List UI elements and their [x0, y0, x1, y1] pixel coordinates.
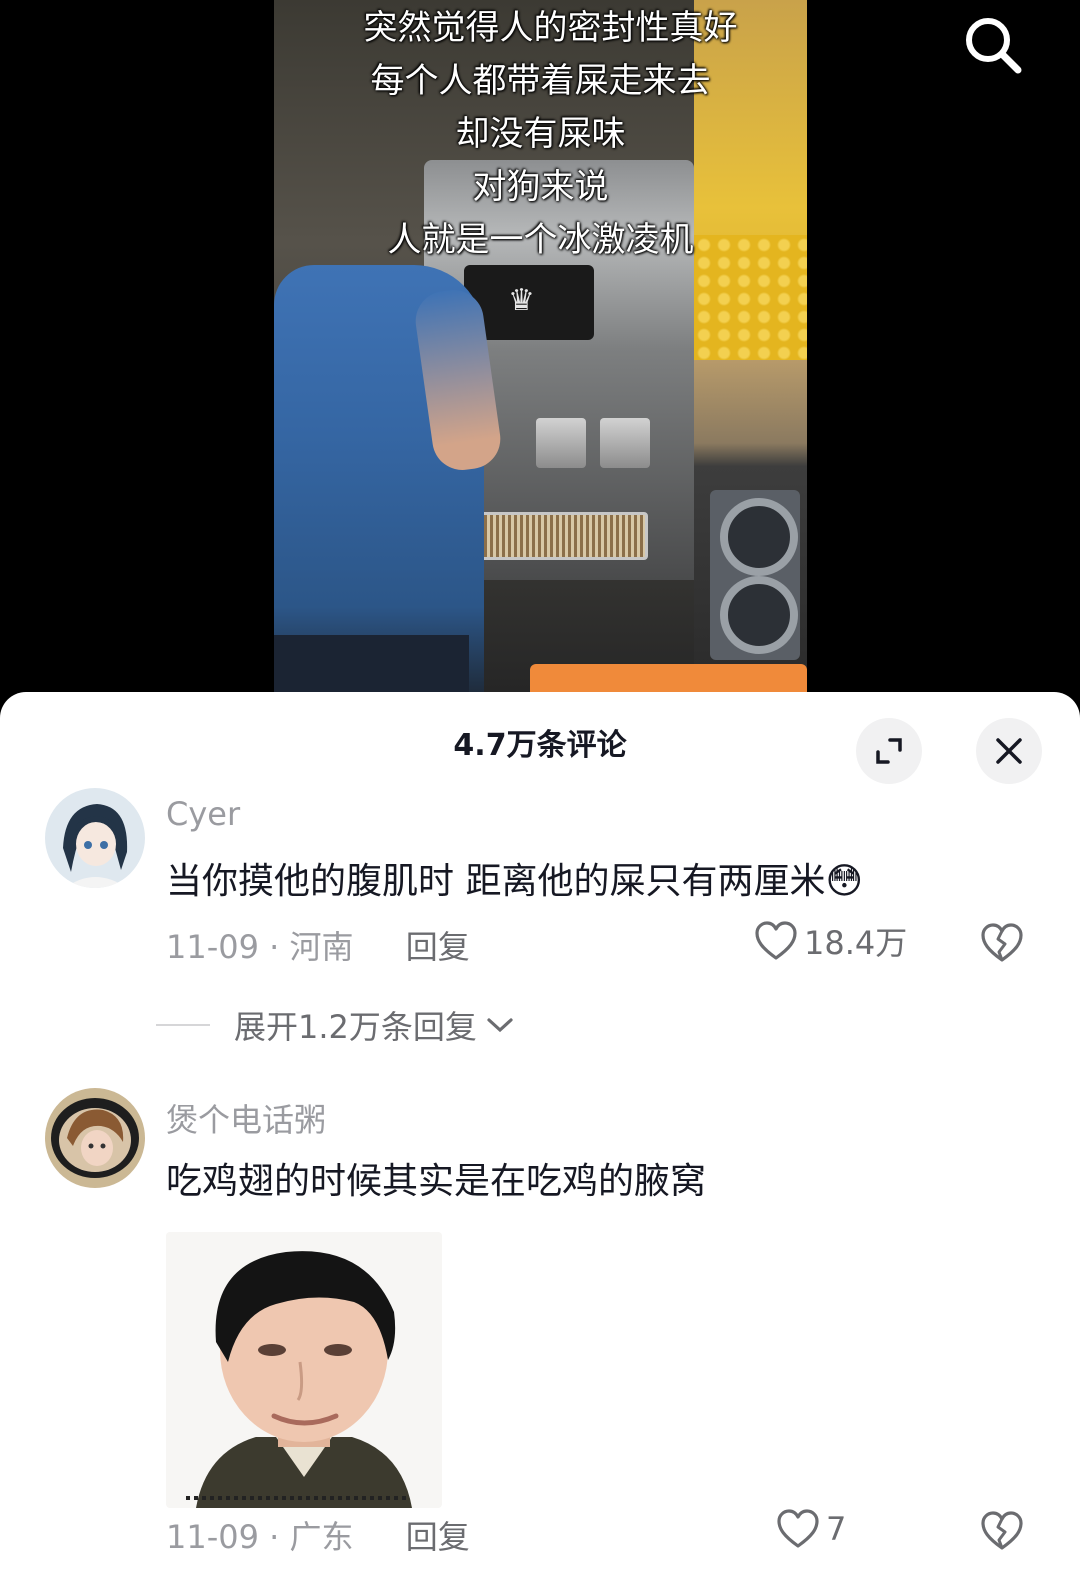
comment-date: 11-09: [166, 1518, 259, 1556]
dislike-button[interactable]: [980, 922, 1024, 968]
comment-meta: 11-09 · 广东 回复: [166, 1512, 470, 1558]
avatar[interactable]: [45, 788, 145, 888]
comment-location: 河南: [289, 928, 354, 966]
comment-meta: 11-09 · 河南 回复: [166, 922, 470, 968]
expand-icon: [876, 738, 902, 764]
divider: [156, 1024, 210, 1026]
reply-button[interactable]: 回复: [406, 928, 470, 966]
comment-text: 当你摸他的腹肌时 距离他的屎只有两厘米😳: [166, 852, 863, 904]
heart-icon: [777, 1509, 819, 1548]
caption-line: 突然觉得人的密封性真好: [363, 8, 738, 48]
like-button[interactable]: 7: [776, 1508, 846, 1550]
expand-replies-label: 展开1.2万条回复: [234, 1008, 477, 1046]
video-topping-bin: [600, 418, 650, 468]
comment-username[interactable]: 煲个电话粥: [166, 1095, 326, 1141]
comment-image[interactable]: [166, 1232, 442, 1508]
caption-line: 每个人都带着屎走来去: [370, 61, 711, 101]
chevron-down-icon: [487, 1018, 513, 1033]
app-screen: 突然觉得人的密封性真好 每个人都带着屎走来去 却没有屎味 对狗来说 人就是一个冰…: [0, 0, 1080, 1585]
like-count: 18.4万: [804, 924, 908, 962]
meta-separator: ·: [258, 928, 290, 966]
video-cup-dispenser: [710, 490, 800, 660]
reply-button[interactable]: 回复: [406, 1518, 470, 1556]
broken-heart-icon: [981, 923, 1023, 962]
like-count: 7: [826, 1510, 847, 1548]
broken-heart-icon: [981, 1511, 1023, 1550]
comment-date: 11-09: [166, 928, 259, 966]
comment-location: 广东: [289, 1518, 354, 1556]
comment-body: 当你摸他的腹肌时 距离他的屎只有两厘米: [166, 861, 826, 902]
expand-replies-button[interactable]: 展开1.2万条回复: [156, 1002, 515, 1048]
video-worker-pants: [274, 635, 469, 692]
close-icon: [996, 738, 1022, 764]
caption-line: 人就是一个冰激凌机: [387, 220, 694, 260]
video-topping-bin: [536, 418, 586, 468]
avatar[interactable]: [45, 1088, 145, 1188]
like-button[interactable]: 18.4万: [754, 918, 907, 964]
portrait-photo: [166, 1232, 442, 1508]
search-icon: [966, 18, 1022, 74]
search-button[interactable]: [960, 12, 1026, 78]
comment-text: 吃鸡翅的时候其实是在吃鸡的腋窝: [166, 1161, 707, 1202]
flushed-face-emoji: 😳: [825, 861, 863, 902]
comments-sheet: 4.7万条评论 Cyer 当你摸他的腹肌时 距离他的屎只有两厘米😳 11-09 …: [0, 692, 1080, 1585]
video-player[interactable]: 突然觉得人的密封性真好 每个人都带着屎走来去 却没有屎味 对狗来说 人就是一个冰…: [274, 0, 807, 692]
caption-line: 对狗来说: [472, 167, 609, 207]
caption-line: 却没有屎味: [455, 114, 626, 154]
close-sheet-button[interactable]: [976, 718, 1042, 784]
dislike-button[interactable]: [980, 1510, 1024, 1556]
heart-icon: [755, 921, 797, 960]
expand-sheet-button[interactable]: [856, 718, 922, 784]
comment-username[interactable]: Cyer: [166, 795, 240, 833]
video-orange-bar: [530, 664, 807, 692]
meta-separator: ·: [258, 1518, 290, 1556]
video-caption: 突然觉得人的密封性真好 每个人都带着屎走来去 却没有屎味 对狗来说 人就是一个冰…: [274, 2, 807, 267]
